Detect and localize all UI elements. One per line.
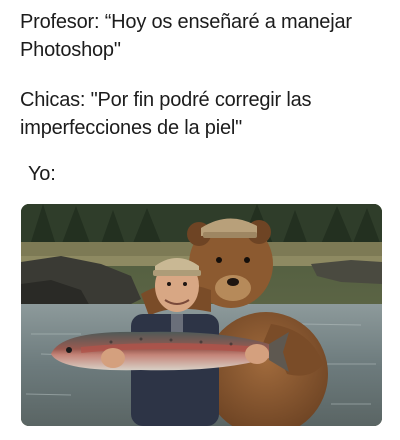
meme-photo bbox=[21, 204, 382, 426]
yo-caption: Yo: bbox=[28, 163, 56, 185]
chicas-caption: Chicas: "Por fin podré corregir las impe… bbox=[20, 89, 312, 139]
profesor-caption: Profesor: “Hoy os enseñaré a manejar Pho… bbox=[20, 11, 352, 61]
bear-fisherman-image bbox=[21, 204, 382, 426]
